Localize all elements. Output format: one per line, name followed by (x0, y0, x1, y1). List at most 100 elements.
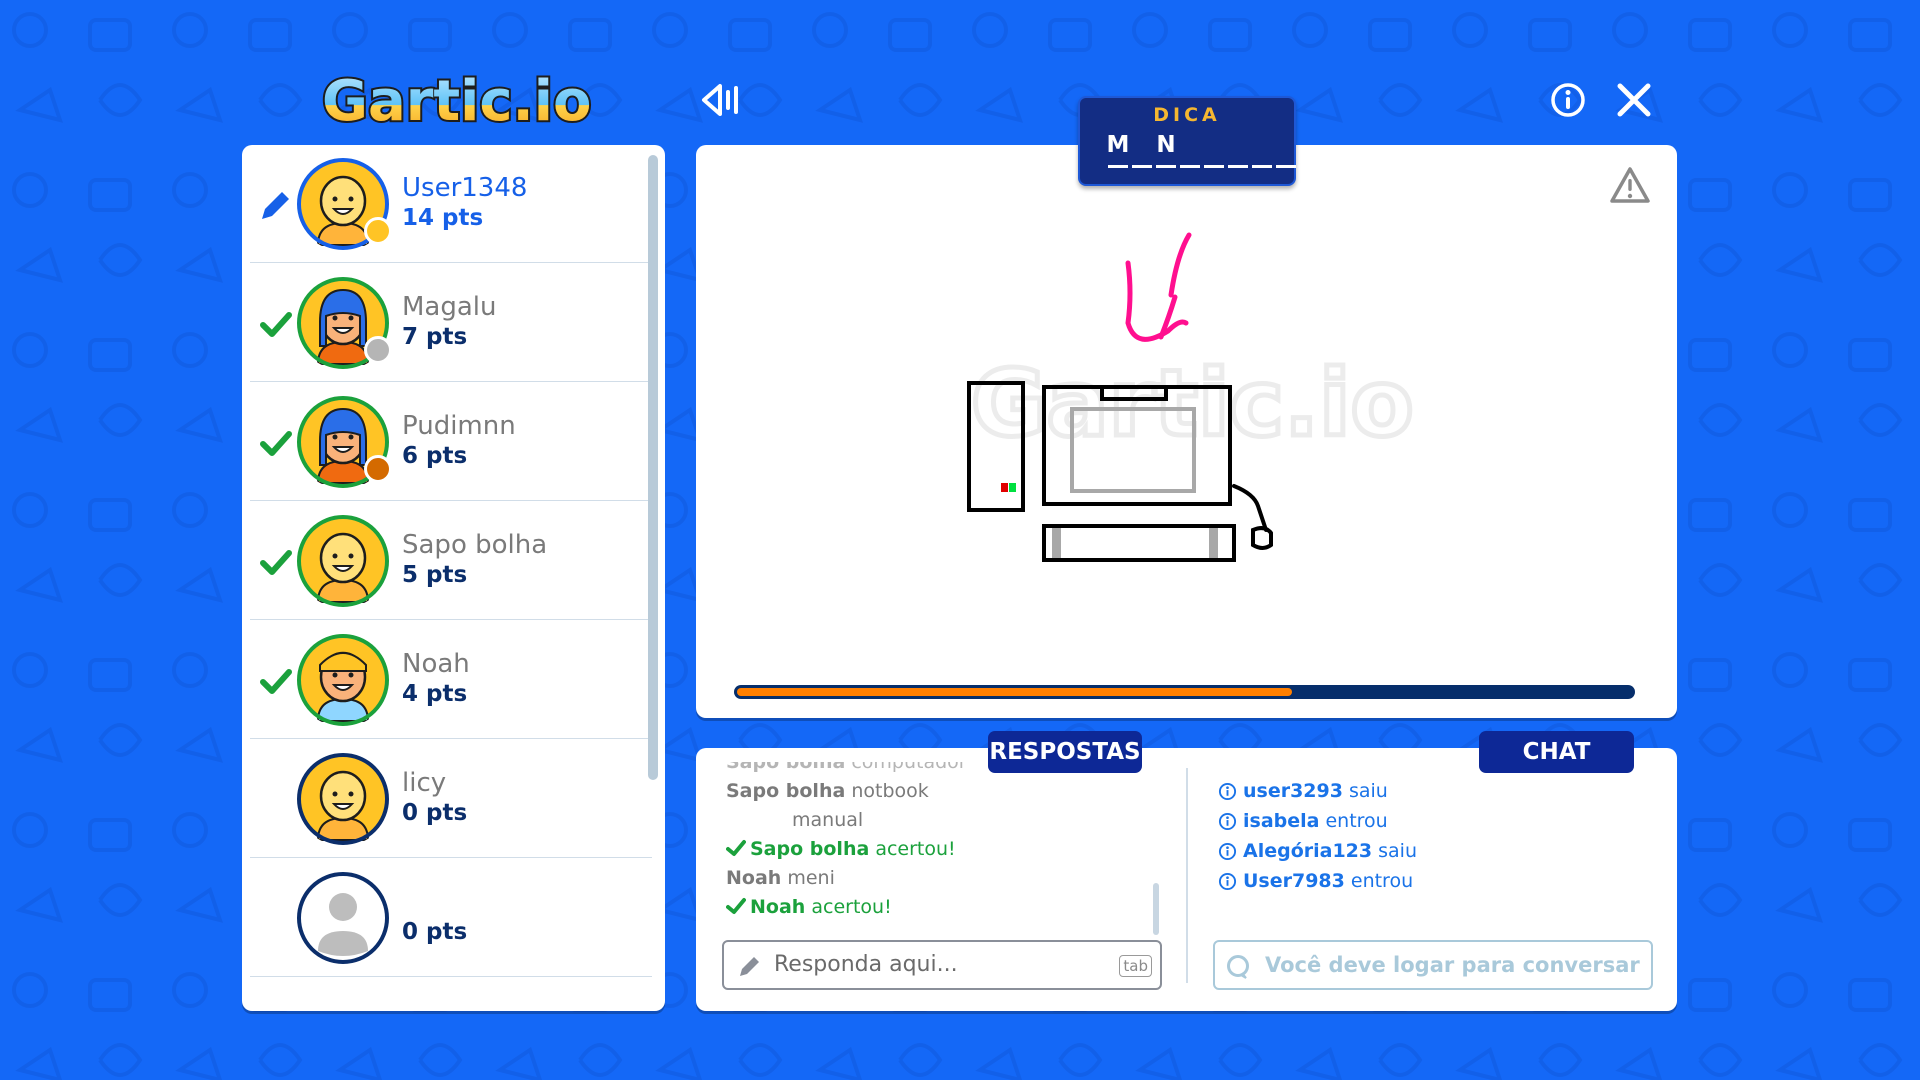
speaker-icon (702, 84, 738, 116)
chat-action: entrou (1350, 870, 1414, 892)
info-icon (1218, 782, 1237, 800)
player-name: Pudimnn (402, 411, 516, 441)
player-row[interactable]: Magalu 7 pts (250, 264, 652, 382)
check-icon (258, 425, 294, 461)
chat-user: isabela (1243, 810, 1320, 832)
hint-letter-slot (1250, 132, 1274, 170)
hint-letter-slot: M (1106, 132, 1130, 170)
player-name: licy (402, 768, 447, 798)
correct-answer-line: Noah acertou! (726, 893, 1156, 922)
check-icon (258, 306, 294, 342)
drawing-canvas[interactable]: Gartic.io (696, 145, 1677, 718)
player-row[interactable]: Pudimnn 6 pts (250, 383, 652, 501)
chat-action: saiu (1378, 840, 1417, 862)
close-icon (1617, 83, 1651, 117)
tab-chat[interactable]: CHAT (1479, 731, 1634, 773)
mouse-cable (1232, 484, 1268, 532)
sound-toggle-button[interactable] (700, 78, 748, 122)
bottom-panel: Sapo bolha computador Sapo bolha notbook m… (696, 748, 1677, 1011)
player-row[interactable]: Sapo bolha 5 pts (250, 502, 652, 620)
hint-box: DICA MN (1078, 96, 1296, 186)
pencil-icon (740, 957, 759, 976)
player-row[interactable]: licy 0 pts (250, 740, 652, 858)
keyboard (1042, 524, 1236, 562)
answer-user: Noah (726, 867, 782, 889)
info-icon (1218, 842, 1237, 860)
answer-placeholder: Responda aqui... (774, 952, 958, 977)
panel-divider (1186, 768, 1188, 983)
correct-answer-line: Sapo bolha acertou! (726, 835, 1156, 864)
answer-text: computador (851, 762, 967, 773)
answer-text: acertou! (875, 838, 956, 860)
hint-title: DICA (1153, 104, 1221, 126)
chat-user: Alegória123 (1243, 840, 1373, 862)
hint-letter-slot (1178, 132, 1202, 170)
chat-user: User7983 (1243, 870, 1345, 892)
player-name: Magalu (402, 292, 497, 322)
avatar (297, 872, 389, 964)
answer-input[interactable]: Responda aqui... tab (722, 940, 1162, 990)
avatar (297, 634, 389, 726)
chat-system-line: isabela entrou (1218, 806, 1638, 836)
player-points: 6 pts (402, 443, 468, 469)
report-button[interactable] (1608, 165, 1652, 205)
hint-letter-slot (1274, 132, 1298, 170)
gartic-logo: Gartic.io (320, 67, 593, 134)
player-list-scrollbar[interactable] (648, 155, 658, 780)
answer-user: Noah (750, 896, 806, 918)
chat-system-line: Alegória123 saiu (1218, 836, 1638, 866)
answers-scrollbar[interactable] (1153, 883, 1159, 935)
hint-letters: MN (1106, 132, 1298, 170)
player-points: 4 pts (402, 681, 468, 707)
chat-list: user3293 saiu isabela entrou Alegória123 saiu… (1218, 776, 1638, 896)
level-badge (364, 217, 392, 245)
info-button[interactable] (1548, 80, 1588, 120)
answers-list: Sapo bolha computador Sapo bolha notbook m… (726, 762, 1156, 942)
timer-progress-bar (734, 685, 1635, 699)
chat-input[interactable]: Você deve logar para conversar (1213, 940, 1653, 990)
player-row[interactable]: User1348 14 pts (250, 145, 652, 263)
tab-key-hint: tab (1119, 955, 1152, 977)
player-points: 14 pts (402, 205, 484, 231)
player-points: 5 pts (402, 562, 468, 588)
timer-progress-fill (737, 688, 1292, 696)
level-badge (364, 336, 392, 364)
svg-text:Gartic.io: Gartic.io (322, 69, 591, 134)
check-icon (258, 544, 294, 580)
player-name: Sapo bolha (402, 530, 548, 560)
answer-user: Sapo bolha (726, 780, 846, 802)
hint-letter-slot: N (1154, 132, 1178, 170)
chat-action: entrou (1325, 810, 1388, 832)
chat-action: saiu (1348, 780, 1388, 802)
chat-system-line: User7983 entrou (1218, 866, 1638, 896)
drawing: Gartic.io (967, 232, 1416, 562)
chat-placeholder: Você deve logar para conversar (1265, 953, 1640, 977)
hint-letter-slot (1202, 132, 1226, 170)
answer-text: manual (792, 809, 864, 831)
answer-text: acertou! (811, 896, 892, 918)
player-points: 0 pts (402, 800, 468, 826)
level-badge (364, 455, 392, 483)
player-row[interactable]: Noah 4 pts (250, 621, 652, 739)
hint-letter-slot (1226, 132, 1250, 170)
player-points: 7 pts (402, 324, 468, 350)
answer-user: Sapo bolha (750, 838, 870, 860)
answer-line: manual (726, 806, 1156, 835)
avatar (297, 753, 389, 845)
chat-system-line: user3293 saiu (1218, 776, 1638, 806)
info-icon (1218, 812, 1237, 830)
player-name: Noah (402, 649, 470, 679)
mouse (1251, 526, 1273, 550)
answer-line: Noah meni (726, 864, 1156, 893)
answer-line: Sapo bolha notbook (726, 777, 1156, 806)
avatar (297, 515, 389, 607)
pink-arrow (1125, 232, 1192, 342)
info-icon (1551, 83, 1585, 117)
player-points: 0 pts (402, 919, 468, 945)
tab-respostas[interactable]: RESPOSTAS (988, 731, 1142, 773)
answer-user: Sapo bolha (726, 762, 846, 773)
hint-letter-slot (1130, 132, 1154, 170)
power-led-green (1009, 483, 1016, 492)
close-button[interactable] (1614, 80, 1654, 120)
player-row[interactable]: 0 pts (250, 859, 652, 977)
